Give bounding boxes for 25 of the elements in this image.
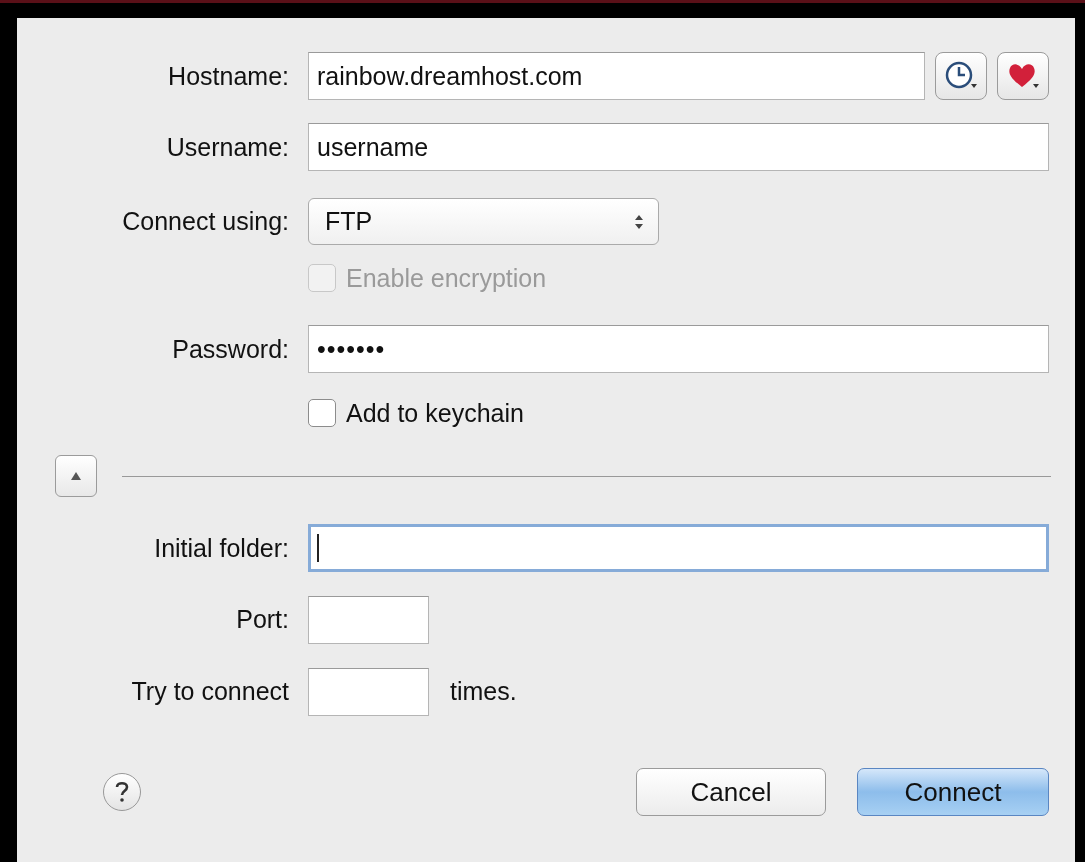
username-label: Username:: [165, 132, 290, 162]
cancel-button[interactable]: Cancel: [636, 768, 826, 816]
stepper-arrows-icon: [634, 213, 644, 230]
initial-folder-label: Initial folder:: [153, 533, 290, 563]
port-field[interactable]: [308, 595, 429, 644]
password-field[interactable]: •••••••: [308, 325, 1049, 373]
help-button[interactable]: [103, 773, 141, 811]
disclosure-button[interactable]: [55, 455, 97, 497]
triangle-icon: [70, 471, 82, 481]
history-button[interactable]: [935, 52, 987, 100]
password-label: Password:: [171, 334, 290, 364]
connect-using-label: Connect using:: [121, 207, 290, 236]
hostname-field[interactable]: rainbow.dreamhost.com: [308, 52, 925, 100]
port-label: Port:: [235, 605, 290, 634]
question-mark-icon: [114, 781, 130, 803]
times-label: times.: [450, 677, 517, 706]
connect-button[interactable]: Connect: [857, 768, 1049, 816]
username-field[interactable]: username: [308, 123, 1049, 171]
retry-count-field[interactable]: [308, 667, 429, 716]
protocol-dropdown[interactable]: FTP: [308, 198, 659, 245]
hostname-label: Hostname:: [167, 61, 290, 91]
initial-folder-field[interactable]: [308, 524, 1049, 572]
checkbox[interactable]: Add to keychain: [308, 398, 524, 428]
favorites-button[interactable]: [997, 52, 1049, 100]
retry-label: Try to connect: [130, 677, 290, 706]
